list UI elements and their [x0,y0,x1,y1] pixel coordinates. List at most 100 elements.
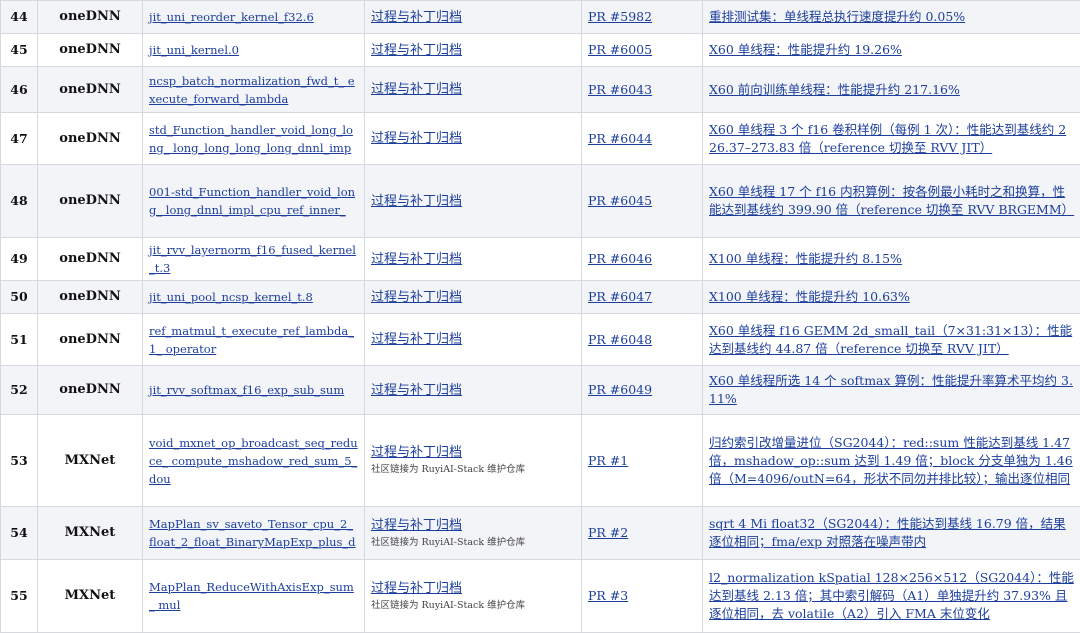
result-link[interactable]: X60 单线程：性能提升约 19.26% [709,42,902,57]
category-cell: 过程与补丁归档社区链接为 RuyiAI-Stack 维护仓库 [365,560,582,633]
function-cell: jit_uni_kernel.0 [143,34,365,67]
category-cell: 过程与补丁归档 [365,314,582,366]
framework-name: oneDNN [59,251,120,266]
table-row: 52 oneDNN jit_rvv_softmax_f16_exp_sub_sum 过… [1,366,1080,415]
function-link[interactable]: std_Function_handler_void_long_long_ lon… [149,123,353,155]
table-row: 48 oneDNN001-std_Function_handler_void_lo… [1,165,1080,238]
row-number-cell: 52 [1,366,38,415]
result-link[interactable]: X60 单线程 3 个 f16 卷积样例（每例 1 次）：性能达到基线约 226… [709,122,1066,155]
pr-link[interactable]: PR #2 [588,525,628,540]
category-link[interactable]: 过程与补丁归档 [371,194,462,209]
row-number-cell: 47 [1,113,38,165]
category-link[interactable]: 过程与补丁归档 [371,332,462,347]
pr-link[interactable]: PR #6043 [588,82,652,97]
framework-name: oneDNN [59,332,120,347]
result-link[interactable]: X100 单线程：性能提升约 8.15% [709,251,902,266]
function-link[interactable]: void_mxnet_op_broadcast_seq_reduce_ comp… [149,436,358,486]
framework-cell: oneDNN [38,67,143,113]
function-cell: MapPlan_sv_saveto_Tensor_cpu_2_ float_2_… [143,507,365,560]
result-link[interactable]: 重排测试集：单线程总执行速度提升约 0.05% [709,9,965,24]
framework-cell: oneDNN [38,113,143,165]
function-link[interactable]: jit_uni_pool_ncsp_kernel_t.8 [149,290,313,304]
result-link[interactable]: 归约索引改增量进位（SG2044）：red::sum 性能达到基线 1.47 倍… [709,435,1073,486]
pr-cell: PR #2 [582,507,703,560]
pr-link[interactable]: PR #6005 [588,42,652,57]
function-link[interactable]: jit_rvv_softmax_f16_exp_sub_sum [149,383,344,397]
result-link[interactable]: X60 单线程 17 个 f16 内积算例：按各例最小耗时之和换算，性能达到基线… [709,184,1074,217]
pr-link[interactable]: PR #1 [588,453,628,468]
framework-name: oneDNN [59,382,120,397]
pr-link[interactable]: PR #6047 [588,289,652,304]
category-cell: 过程与补丁归档 [365,165,582,238]
row-number: 48 [10,193,27,208]
category-link[interactable]: 过程与补丁归档 [371,581,462,596]
framework-cell: MXNet [38,415,143,507]
pr-cell: PR #6047 [582,281,703,314]
table-row: 49 oneDNN jit_rvv_layernorm_f16_fused_kern… [1,238,1080,281]
row-number-cell: 53 [1,415,38,507]
row-number: 53 [10,453,27,468]
pr-link[interactable]: PR #5982 [588,9,652,24]
pr-link[interactable]: PR #3 [588,588,628,603]
category-link[interactable]: 过程与补丁归档 [371,10,462,25]
table-row: 45 oneDNN jit_uni_kernel.0 过程与补丁归档 PR #6005 X… [1,34,1080,67]
function-link[interactable]: jit_uni_reorder_kernel_f32.6 [149,10,314,24]
category-cell: 过程与补丁归档 [365,366,582,415]
pr-link[interactable]: PR #6045 [588,193,652,208]
table-row: 51 oneDNN ref_matmul_t_execute_ref_lambda_… [1,314,1080,366]
row-number-cell: 45 [1,34,38,67]
category-cell: 过程与补丁归档 [365,67,582,113]
category-link[interactable]: 过程与补丁归档 [371,43,462,58]
category-link[interactable]: 过程与补丁归档 [371,445,462,460]
result-link[interactable]: X100 单线程：性能提升约 10.63% [709,289,910,304]
pr-link[interactable]: PR #6046 [588,251,652,266]
function-link[interactable]: jit_rvv_layernorm_f16_fused_kernel_t.3 [149,243,356,275]
function-link[interactable]: 001-std_Function_handler_void_long_ long… [149,185,355,217]
function-link[interactable]: ncsp_batch_normalization_fwd_t_ execute_… [149,74,355,106]
row-number: 49 [10,251,27,266]
community-note: 社区链接为 RuyiAI-Stack 维护仓库 [371,598,575,614]
category-link[interactable]: 过程与补丁归档 [371,82,462,97]
framework-cell: oneDNN [38,238,143,281]
result-link[interactable]: X60 前向训练单线程：性能提升约 217.16% [709,82,960,97]
result-link[interactable]: l2_normalization kSpatial 128×256×512（SG… [709,570,1074,621]
framework-cell: oneDNN [38,165,143,238]
result-link[interactable]: sqrt 4 Mi float32（SG2044）：性能达到基线 16.79 倍… [709,516,1066,549]
pr-cell: PR #6048 [582,314,703,366]
category-link[interactable]: 过程与补丁归档 [371,290,462,305]
row-number: 52 [10,382,27,397]
framework-name: oneDNN [59,42,120,57]
function-cell: jit_rvv_layernorm_f16_fused_kernel_t.3 [143,238,365,281]
function-link[interactable]: MapPlan_ReduceWithAxisExp_sum_ mul [149,580,354,612]
table-row: 46 oneDNNncsp_batch_normalization_fwd_t_ … [1,67,1080,113]
framework-cell: oneDNN [38,281,143,314]
row-number: 51 [10,332,27,347]
result-link[interactable]: X60 单线程 f16 GEMM 2d_small_tail（7×31:31×1… [709,323,1072,356]
category-link[interactable]: 过程与补丁归档 [371,518,462,533]
table-row: 50oneDNNjit_uni_pool_ncsp_kernel_t.8过程与补… [1,281,1080,314]
table-row: 47 oneDNNstd_Function_handler_void_long_l… [1,113,1080,165]
category-cell: 过程与补丁归档社区链接为 RuyiAI-Stack 维护仓库 [365,507,582,560]
result-cell: 重排测试集：单线程总执行速度提升约 0.05% [703,1,1080,34]
category-link[interactable]: 过程与补丁归档 [371,131,462,146]
framework-name: oneDNN [59,9,120,24]
function-cell: 001-std_Function_handler_void_long_ long… [143,165,365,238]
framework-cell: MXNet [38,507,143,560]
category-link[interactable]: 过程与补丁归档 [371,383,462,398]
row-number: 46 [10,82,27,97]
function-link[interactable]: ref_matmul_t_execute_ref_lambda_1_ opera… [149,324,354,356]
result-link[interactable]: X60 单线程所选 14 个 softmax 算例：性能提升率算术平均约 3.1… [709,373,1073,406]
function-link[interactable]: jit_uni_kernel.0 [149,43,239,57]
result-cell: sqrt 4 Mi float32（SG2044）：性能达到基线 16.79 倍… [703,507,1080,560]
row-number-cell: 51 [1,314,38,366]
category-link[interactable]: 过程与补丁归档 [371,252,462,267]
pr-link[interactable]: PR #6048 [588,332,652,347]
pr-link[interactable]: PR #6044 [588,131,652,146]
row-number: 47 [10,131,27,146]
row-number-cell: 49 [1,238,38,281]
framework-name: MXNet [65,525,116,540]
framework-cell: oneDNN [38,34,143,67]
pr-link[interactable]: PR #6049 [588,382,652,397]
pr-cell: PR #6044 [582,113,703,165]
function-link[interactable]: MapPlan_sv_saveto_Tensor_cpu_2_ float_2_… [149,517,356,549]
